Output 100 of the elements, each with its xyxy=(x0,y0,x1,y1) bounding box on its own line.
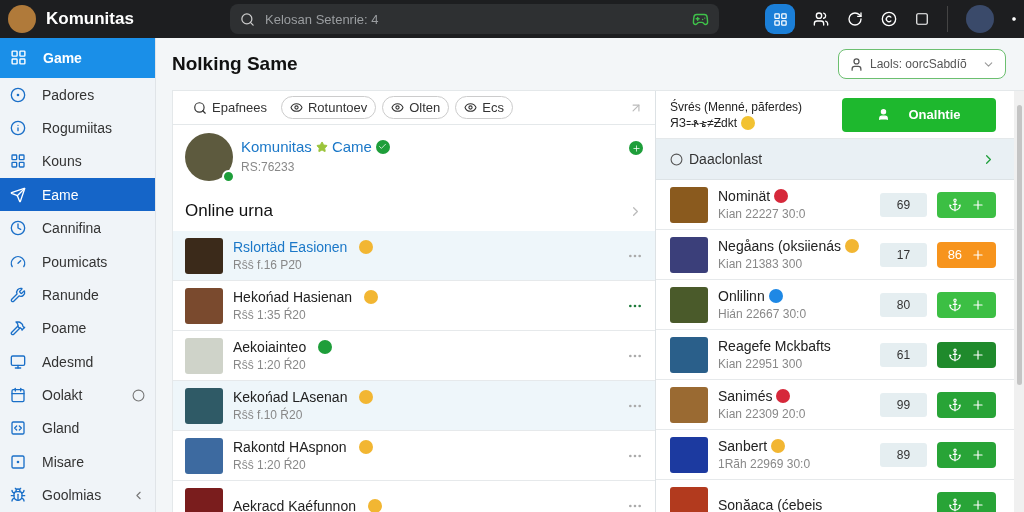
sidebar-item[interactable]: Padores xyxy=(0,77,155,112)
add-button[interactable] xyxy=(937,291,996,318)
photo-placeholder xyxy=(185,337,223,374)
photo-placeholder xyxy=(670,486,708,512)
sidebar-label: Padores xyxy=(42,86,96,103)
avatar xyxy=(8,5,36,33)
filter-chip[interactable]: Olten xyxy=(382,96,450,119)
count-label: 89 xyxy=(880,442,927,467)
account-dropdown[interactable]: Laols: oorcSabdíõ xyxy=(838,49,1006,79)
count-label: 99 xyxy=(880,392,927,417)
sidebar-label: Game xyxy=(43,49,83,66)
photo-placeholder xyxy=(670,336,708,373)
status-dot xyxy=(222,170,235,183)
search-bar[interactable]: Kelosan Setenrie: 4 xyxy=(230,4,719,34)
list-row[interactable]: Kekońad LAsenan Rŝŝ f.10 Ŕ20 xyxy=(173,381,655,431)
count-label: 80 xyxy=(880,292,927,317)
plus-icon[interactable] xyxy=(629,141,643,155)
row-subtitle: Kian 21383 300 xyxy=(718,257,804,271)
plus-icon xyxy=(971,497,986,512)
plus-icon xyxy=(971,347,986,362)
photo-placeholder xyxy=(185,387,223,424)
add-button[interactable] xyxy=(937,491,996,512)
sidebar-item[interactable]: Misare xyxy=(0,445,155,479)
copyright-icon[interactable] xyxy=(881,11,897,27)
action-count: 86 xyxy=(947,247,963,262)
row-name: Sanimés xyxy=(718,388,773,404)
profile-id: RS:76233 xyxy=(241,160,296,174)
row-subtitle: Kian 22951 300 xyxy=(718,357,804,371)
anchor-icon xyxy=(947,197,962,212)
sidebar-label: Poame xyxy=(42,320,88,337)
eye-icon xyxy=(464,101,478,114)
plus-icon xyxy=(971,297,986,312)
photo-placeholder xyxy=(185,287,223,324)
row-name: Rslortäd Easionen xyxy=(233,239,348,255)
photo-placeholder xyxy=(185,437,223,474)
row-subtitle: Hián 22667 30:0 xyxy=(718,307,808,321)
search-field[interactable]: Kelosan Setenrie: 4 xyxy=(263,10,684,28)
photo-placeholder xyxy=(670,286,708,323)
menu-icon xyxy=(10,353,26,370)
anchor-icon xyxy=(947,447,962,462)
eye-icon xyxy=(391,101,405,114)
sidebar-item[interactable]: Oolakt xyxy=(0,378,155,412)
sidebar-item[interactable]: Eame xyxy=(0,178,155,212)
user-avatar[interactable] xyxy=(966,5,994,33)
count-label: 17 xyxy=(880,242,927,267)
row-name: Kekońad LAsenan xyxy=(233,389,348,405)
check-icon xyxy=(375,139,390,154)
grid-icon xyxy=(10,49,27,67)
sidebar-label: Gland xyxy=(42,420,81,437)
sidebar-item[interactable]: Kouns xyxy=(0,144,155,179)
sidebar-label: Poumicats xyxy=(42,253,109,270)
row-name: Sanbert xyxy=(718,438,768,454)
row-subtitle: Rŝŝ f.10 Ŕ20 xyxy=(233,408,304,422)
sidebar-item[interactable]: Poumicats xyxy=(0,244,155,279)
sidebar-label: Misare xyxy=(42,453,85,470)
profile-name: Komunitas xyxy=(241,138,312,155)
anchor-icon xyxy=(947,347,962,362)
sidebar-label: Ranunde xyxy=(42,286,100,303)
square-icon[interactable] xyxy=(915,12,929,26)
app-icon[interactable] xyxy=(765,4,795,34)
filter-chip[interactable]: Ecs xyxy=(455,96,513,119)
menu-icon xyxy=(10,253,26,270)
sidebar-item[interactable]: Gland xyxy=(0,411,155,446)
row-subtitle: Rŝŝ 1:20 Ŕ20 xyxy=(233,358,307,372)
row-subtitle: Kian 22227 30:0 xyxy=(718,207,807,221)
refresh-icon[interactable] xyxy=(847,11,863,27)
sidebar-item[interactable]: Poame xyxy=(0,311,155,345)
more-icon[interactable] xyxy=(1012,17,1016,21)
add-button[interactable] xyxy=(937,441,996,468)
sidebar-item[interactable]: Rogumiitas xyxy=(0,111,155,145)
menu-icon xyxy=(10,387,26,404)
sidebar-item[interactable]: Adesmd xyxy=(0,345,155,379)
row-name: Reagefe Mckbafts xyxy=(718,338,831,354)
menu-icon xyxy=(10,320,26,337)
sidebar-label: Adesmd xyxy=(42,353,95,370)
photo-placeholder xyxy=(670,436,708,473)
eye-icon xyxy=(289,101,303,114)
section-row[interactable]: Daaclonlast xyxy=(656,139,1014,180)
menu-icon xyxy=(10,453,26,470)
search-icon xyxy=(193,100,207,115)
plus-icon xyxy=(971,197,986,212)
sidebar-item[interactable]: Cannifina xyxy=(0,211,155,245)
add-button[interactable] xyxy=(937,191,996,218)
page-title: Nolking Same xyxy=(172,53,298,75)
users-icon[interactable] xyxy=(813,11,829,27)
sidebar-item[interactable]: Ranunde xyxy=(0,278,155,312)
filter-chip[interactable]: Rotuntoev xyxy=(280,96,377,119)
sidebar-item[interactable]: Goolmias xyxy=(0,478,155,512)
anchor-icon xyxy=(947,497,962,512)
anchor-icon xyxy=(947,397,962,412)
row-name: Hekońad Hasienan xyxy=(233,289,353,305)
grid-icon xyxy=(772,11,788,27)
circle-icon xyxy=(132,388,145,402)
add-button[interactable] xyxy=(937,341,996,368)
menu-icon xyxy=(10,487,26,504)
sidebar-label: Oolakt xyxy=(42,387,84,404)
profile-game: Came xyxy=(331,138,372,155)
add-button[interactable] xyxy=(937,391,996,418)
plus-icon xyxy=(971,247,986,262)
list-row[interactable]: Rslortäd Easionen Rŝŝ f.16 P2̈0 xyxy=(173,231,655,281)
